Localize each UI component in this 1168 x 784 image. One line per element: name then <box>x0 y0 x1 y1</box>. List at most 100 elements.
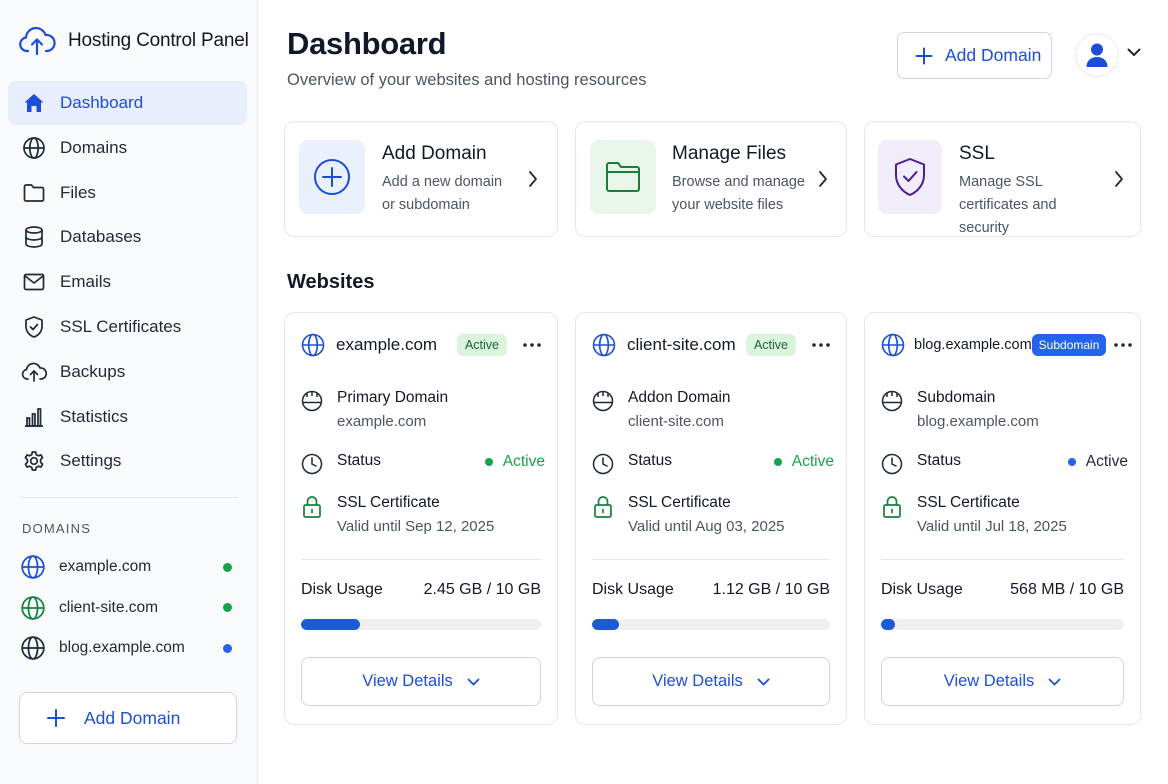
ssl-expiry: Valid until Aug 03, 2025 <box>628 518 785 535</box>
website-card: client-site.com Active Addon Domain clie… <box>575 312 847 725</box>
card-divider <box>592 559 830 560</box>
view-details-label: View Details <box>943 672 1035 690</box>
quick-action-description: Add a new domain or subdomain <box>382 174 503 213</box>
sidebar-nav: Dashboard Domains Files Databases Emails <box>8 81 247 484</box>
domain-type-label: Addon Domain <box>628 389 731 406</box>
quick-action-icon-box <box>299 140 365 214</box>
more-options-icon[interactable] <box>1114 343 1133 347</box>
view-details-button[interactable]: View Details <box>592 657 830 706</box>
status-value: Active <box>791 453 834 470</box>
status-dot <box>773 458 782 466</box>
status-badge: Active <box>456 334 507 356</box>
globe-icon <box>301 333 325 357</box>
globe-icon <box>20 554 46 580</box>
websites-heading: Websites <box>287 271 375 293</box>
status-label: Status <box>337 452 381 469</box>
view-details-button[interactable]: View Details <box>301 657 541 706</box>
view-details-label: View Details <box>362 672 453 690</box>
database-icon <box>21 224 47 250</box>
sidebar-add-domain-button[interactable]: Add Domain <box>19 692 237 744</box>
ssl-label: SSL Certificate <box>628 494 731 511</box>
chevron-right-icon <box>528 170 538 188</box>
sidebar-domain-item[interactable]: example.com <box>20 547 240 588</box>
add-domain-button[interactable]: Add Domain <box>897 32 1052 79</box>
quick-action-description: Manage SSL certificates and security <box>959 174 1057 236</box>
disk-usage-label: Disk Usage <box>592 581 674 598</box>
sidebar-item-statistics[interactable]: Statistics <box>8 395 247 439</box>
status-dot <box>223 643 232 653</box>
website-card: blog.example.com Subdomain Subdomain blo… <box>864 312 1141 725</box>
chevron-right-icon <box>818 170 828 188</box>
chevron-right-icon <box>1114 170 1124 188</box>
bar-chart-icon <box>21 404 47 430</box>
sidebar-item-files[interactable]: Files <box>8 171 247 215</box>
disk-usage-bar-fill <box>592 619 619 630</box>
sidebar-item-backups[interactable]: Backups <box>8 350 247 394</box>
cloud-upload-icon <box>21 359 47 385</box>
card-divider <box>881 559 1124 560</box>
sidebar-item-emails[interactable]: Emails <box>8 260 247 304</box>
status-dot <box>223 603 232 613</box>
more-options-icon[interactable] <box>519 343 545 347</box>
ssl-row: SSL Certificate Valid until Sep 12, 2025 <box>301 493 545 537</box>
website-card-header: example.com Active <box>301 332 545 358</box>
status-row: Status Active <box>301 451 545 475</box>
user-avatar[interactable] <box>1075 33 1119 77</box>
quick-action-icon-box <box>590 140 656 214</box>
domain-type-value: example.com <box>337 413 427 430</box>
quick-action-title: Manage Files <box>672 143 787 164</box>
sidebar-item-ssl-certificates[interactable]: SSL Certificates <box>8 305 247 349</box>
domain-type-icon <box>881 388 903 432</box>
folder-icon <box>605 161 641 193</box>
status-indicator: Active <box>1067 453 1128 471</box>
sidebar-domain-item[interactable]: blog.example.com <box>20 628 240 669</box>
sidebar-domain-item[interactable]: client-site.com <box>20 588 240 629</box>
domain-type-row: Addon Domain client-site.com <box>592 388 834 432</box>
sidebar-item-label: Settings <box>60 451 122 471</box>
more-options-icon[interactable] <box>808 343 834 347</box>
status-dot <box>484 458 493 466</box>
sidebar-item-label: Dashboard <box>60 93 144 112</box>
quick-action-manage-files[interactable]: Manage Files Browse and manage your webs… <box>575 121 847 237</box>
disk-usage-bar <box>881 619 1124 630</box>
disk-usage-value: 2.45 GB / 10 GB <box>423 581 541 598</box>
sidebar-item-domains[interactable]: Domains <box>8 126 247 170</box>
chevron-down-icon <box>1048 678 1061 686</box>
disk-usage-bar <box>301 619 541 630</box>
status-dot <box>1067 458 1076 466</box>
quick-action-add-domain[interactable]: Add Domain Add a new domain or subdomain <box>284 121 558 237</box>
view-details-button[interactable]: View Details <box>881 657 1124 706</box>
disk-usage-row: Disk Usage 568 MB / 10 GB <box>881 581 1124 599</box>
quick-action-ssl[interactable]: SSL Manage SSL certificates and security <box>864 121 1141 237</box>
clock-icon <box>301 451 323 475</box>
globe-icon <box>592 333 616 357</box>
domain-type-label: Subdomain <box>917 389 996 406</box>
sidebar-domain-list: example.com client-site.com blog.example… <box>20 547 240 669</box>
disk-usage-label: Disk Usage <box>881 581 963 598</box>
app-title: Hosting Control Panel <box>68 30 249 51</box>
disk-usage-row: Disk Usage 2.45 GB / 10 GB <box>301 581 541 599</box>
plus-icon <box>46 708 66 728</box>
sidebar-item-settings[interactable]: Settings <box>8 439 247 483</box>
globe-icon <box>881 333 905 357</box>
website-card: example.com Active Primary Domain exampl… <box>284 312 558 725</box>
disk-usage-value: 568 MB / 10 GB <box>1010 581 1124 598</box>
disk-usage-bar-fill <box>301 619 360 630</box>
sidebar-domain-name: example.com <box>59 558 152 576</box>
chevron-down-icon[interactable] <box>1127 48 1141 57</box>
home-icon <box>21 90 47 116</box>
plus-circle-icon <box>313 158 351 196</box>
status-row: Status Active <box>881 451 1128 475</box>
view-details-label: View Details <box>652 672 743 690</box>
ssl-expiry: Valid until Jul 18, 2025 <box>917 518 1067 535</box>
sidebar-domains-heading: DOMAINS <box>22 521 92 536</box>
domain-type-label: Primary Domain <box>337 389 449 406</box>
lock-icon <box>592 493 614 537</box>
sidebar-item-dashboard[interactable]: Dashboard <box>8 81 247 125</box>
quick-action-description: Browse and manage your website files <box>672 174 805 213</box>
status-indicator: Active <box>484 453 545 471</box>
sidebar-item-databases[interactable]: Databases <box>8 215 247 259</box>
status-label: Status <box>628 452 672 469</box>
sidebar-item-label: SSL Certificates <box>60 316 182 336</box>
ssl-row: SSL Certificate Valid until Jul 18, 2025 <box>881 493 1128 537</box>
